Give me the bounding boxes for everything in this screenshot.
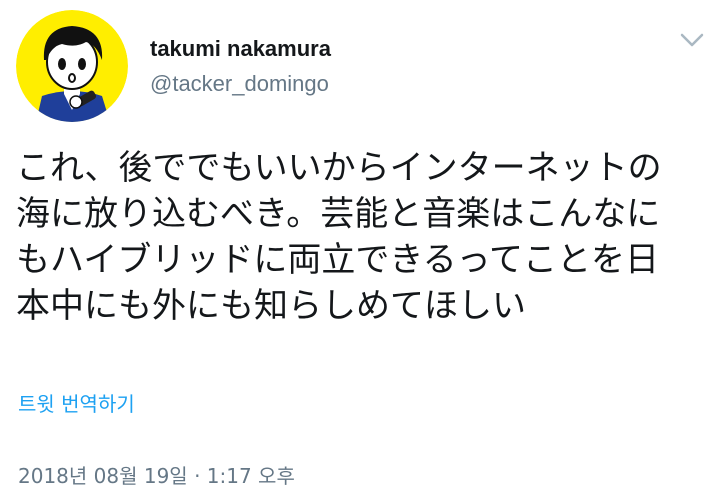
user-handle[interactable]: @tacker_domingo [150,71,329,97]
cartoon-avatar-icon [16,10,128,122]
chevron-down-icon[interactable] [676,28,708,52]
tweet-timestamp: 2018년 08월 19일 · 1:17 오후 [18,464,295,488]
tweet-text: これ、後ででもいいからインターネットの 海に放り込むべき。芸能と音楽はこんなに … [16,148,662,326]
translate-tweet-link[interactable]: 트윗 번역하기 [18,388,135,417]
avatar[interactable] [16,10,128,122]
tweet-card: takumi nakamura @tacker_domingo これ、後ででもい… [0,0,720,500]
display-name[interactable]: takumi nakamura [150,36,331,62]
